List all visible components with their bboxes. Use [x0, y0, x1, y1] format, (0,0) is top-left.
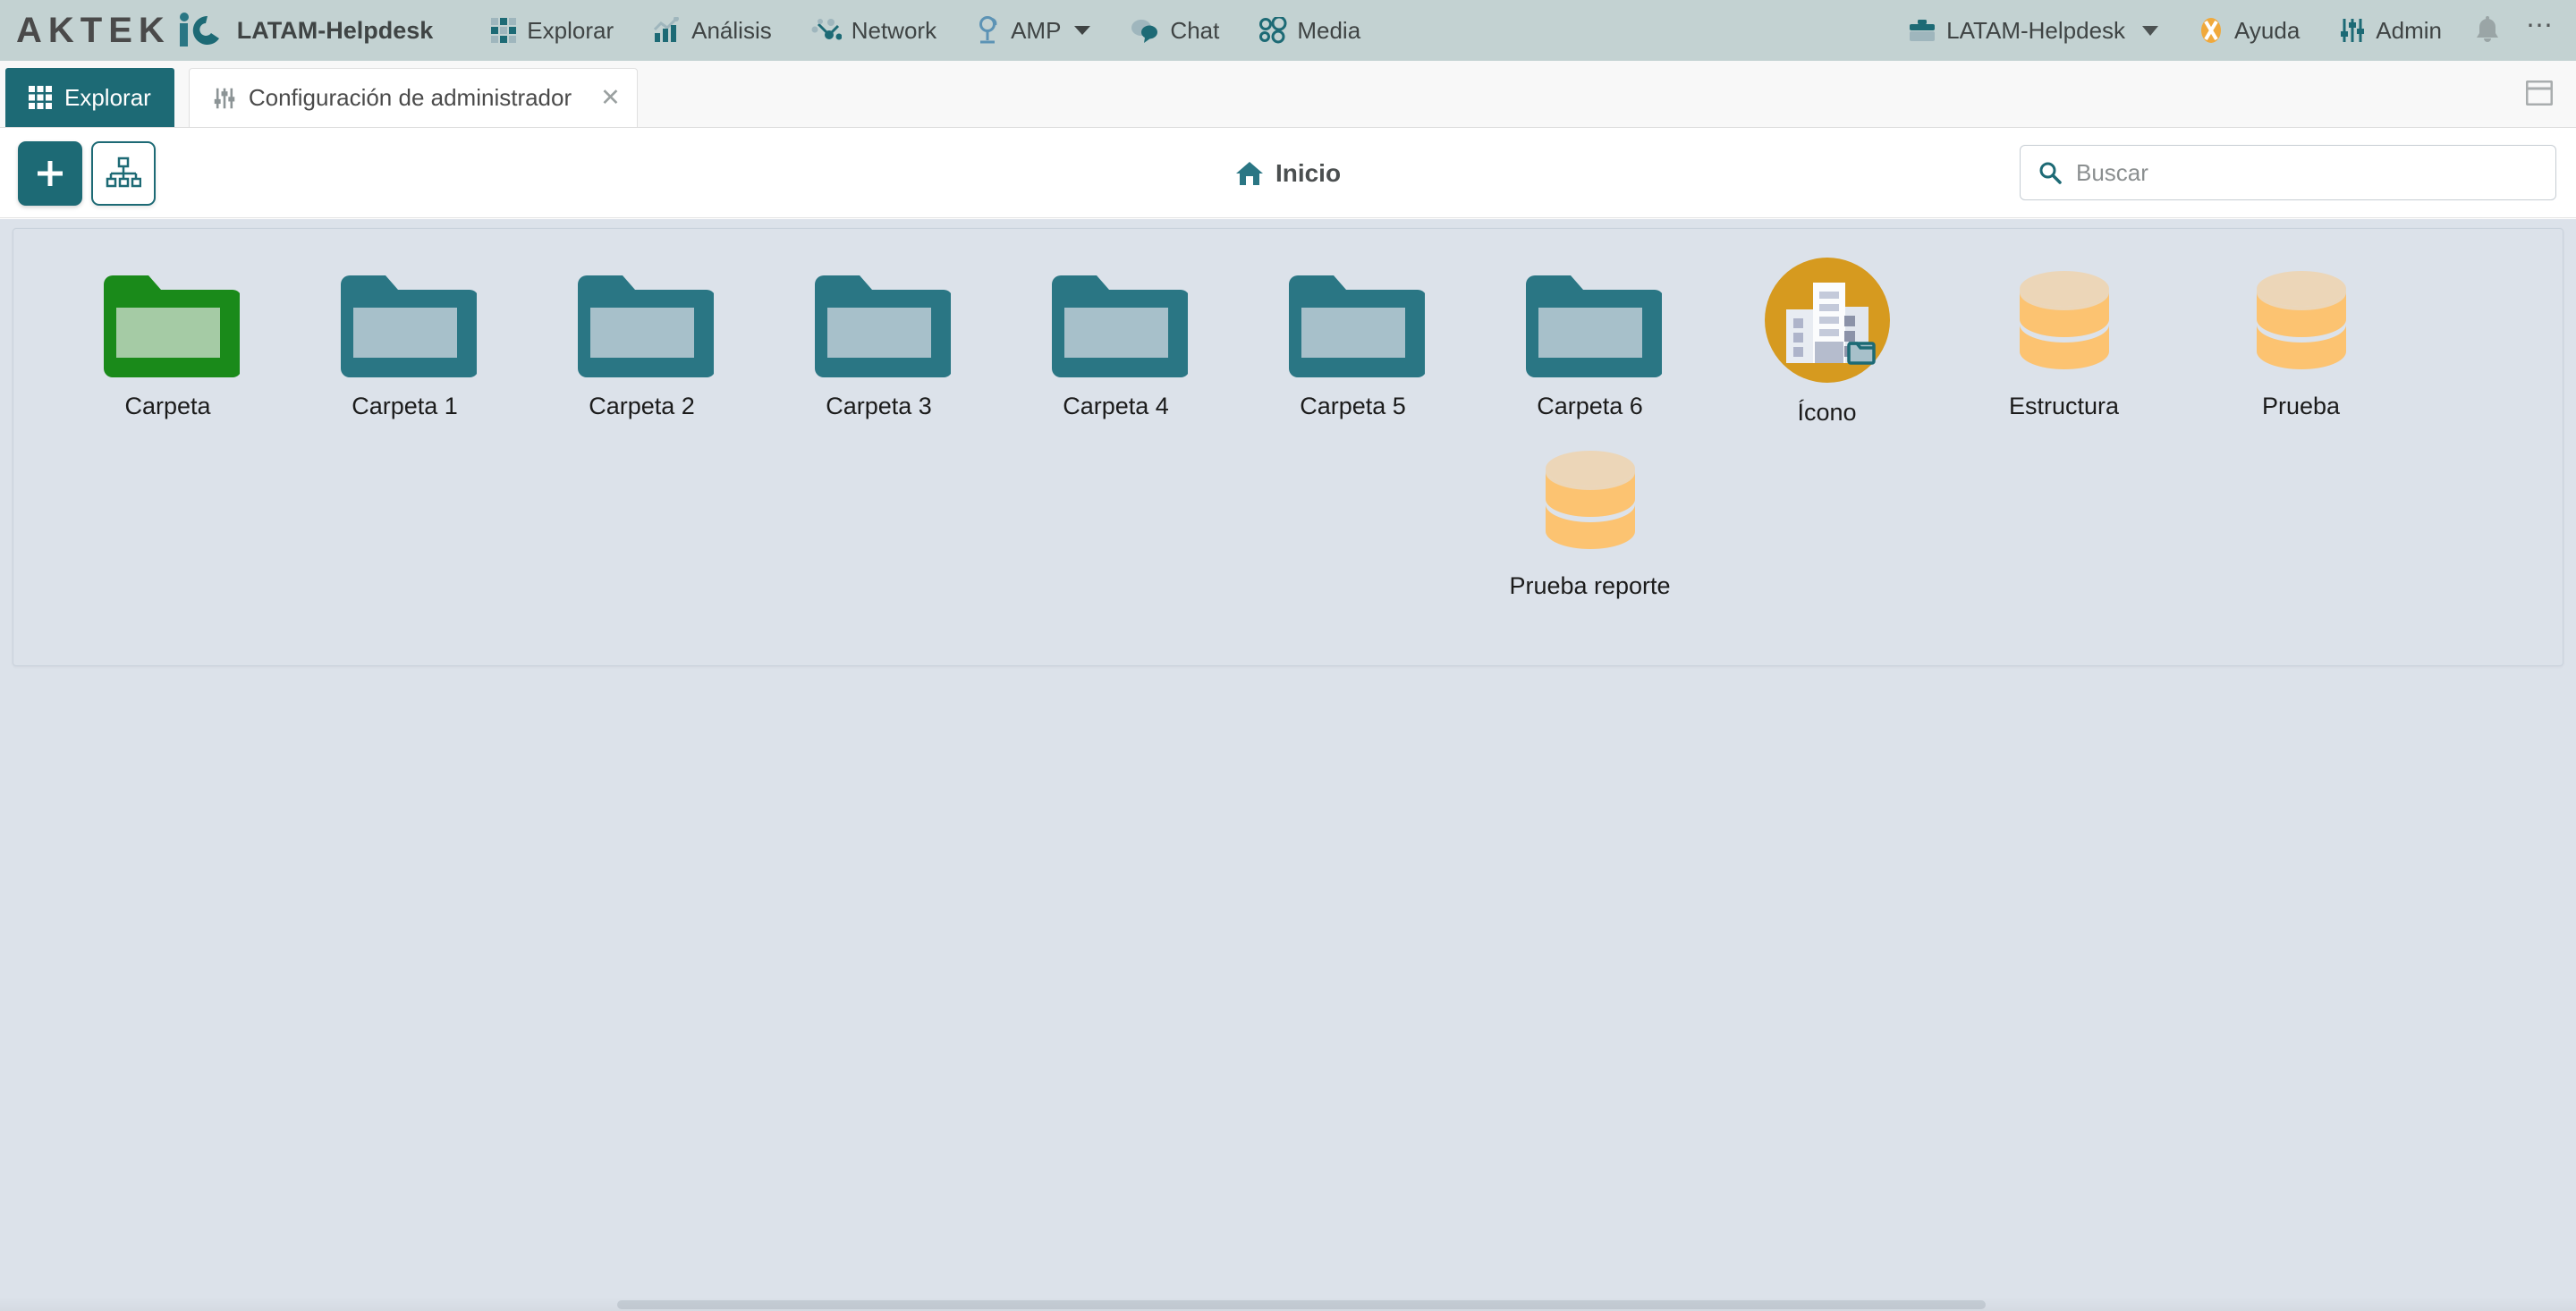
- sliders-icon: [213, 87, 236, 110]
- primary-nav: Explorar Análisis Network AMP Chat Media: [470, 0, 1380, 61]
- secondary-nav: LATAM-Helpdesk Ayuda Admin ⋯: [1888, 0, 2571, 61]
- folder-icon: [1045, 258, 1188, 387]
- nav-label: Chat: [1170, 16, 1220, 44]
- brand-block[interactable]: AKTEK LATAM-Helpdesk: [0, 13, 433, 48]
- logo-wordmark-text: AKTEK: [16, 11, 171, 50]
- folder-icon: [1519, 258, 1662, 387]
- grid-icon: [29, 86, 52, 109]
- analytics-chart-icon: [653, 17, 682, 44]
- items-grid-row-1: Carpeta Carpeta 1 Carpeta 2 Carpeta 3 Ca…: [13, 229, 2563, 427]
- hierarchy-view-button[interactable]: [91, 141, 156, 206]
- nav-item-workspace[interactable]: LATAM-Helpdesk: [1888, 0, 2178, 61]
- folder-icon: [1282, 258, 1425, 387]
- explorer-content-area: Carpeta Carpeta 1 Carpeta 2 Carpeta 3 Ca…: [0, 219, 2576, 1311]
- notifications-button[interactable]: [2462, 0, 2513, 61]
- overflow-menu-button[interactable]: ⋯: [2513, 12, 2571, 43]
- home-icon: [1235, 160, 1264, 187]
- nav-item-admin[interactable]: Admin: [2319, 0, 2462, 61]
- item-label: Carpeta 5: [1300, 393, 1406, 419]
- search-input[interactable]: [2076, 158, 2538, 187]
- search-box[interactable]: [2020, 145, 2556, 200]
- item-label: Carpeta 2: [589, 393, 695, 419]
- list-item[interactable]: Carpeta 5: [1234, 252, 1471, 427]
- database-icon: [1531, 437, 1649, 567]
- network-nodes-icon: [811, 17, 842, 44]
- tab-label: Explorar: [64, 83, 151, 111]
- tab-explorar[interactable]: Explorar: [5, 68, 174, 127]
- item-label: Carpeta 4: [1063, 393, 1169, 419]
- grid-icon: [490, 17, 517, 44]
- aktek-logo[interactable]: AKTEK: [16, 13, 223, 48]
- window-panel-icon[interactable]: [2525, 80, 2554, 106]
- item-label: Carpeta 1: [352, 393, 458, 419]
- nav-label: AMP: [1011, 16, 1062, 44]
- nav-item-ayuda[interactable]: Ayuda: [2178, 0, 2319, 61]
- list-item[interactable]: Carpeta 4: [997, 252, 1234, 427]
- database-icon: [2005, 258, 2123, 387]
- folder-icon: [334, 258, 477, 387]
- nav-label: Media: [1297, 16, 1361, 44]
- nav-item-analisis[interactable]: Análisis: [633, 0, 792, 61]
- nav-label: LATAM-Helpdesk: [1946, 16, 2126, 44]
- add-button[interactable]: [18, 141, 82, 206]
- chevron-down-icon[interactable]: [1074, 26, 1091, 35]
- brand-title: LATAM-Helpdesk: [236, 16, 434, 44]
- nav-item-explorar[interactable]: Explorar: [470, 0, 633, 61]
- building-avatar-icon: [1759, 258, 1895, 393]
- list-item[interactable]: Carpeta: [49, 252, 286, 427]
- tab-strip: Explorar Configuración de administrador …: [0, 61, 2576, 128]
- folder-icon: [571, 258, 714, 387]
- item-label: Carpeta 6: [1537, 393, 1643, 419]
- nav-label: Network: [851, 16, 937, 44]
- folder-icon: [808, 258, 951, 387]
- list-item[interactable]: Carpeta 1: [286, 252, 523, 427]
- list-item[interactable]: Prueba: [2182, 252, 2419, 427]
- database-icon: [2242, 258, 2360, 387]
- chat-bubble-icon: [1130, 18, 1160, 43]
- nav-item-amp[interactable]: AMP: [956, 0, 1110, 61]
- item-label: Carpeta: [124, 393, 211, 419]
- items-panel: Carpeta Carpeta 1 Carpeta 2 Carpeta 3 Ca…: [13, 228, 2563, 666]
- io-circle-logo-icon: [179, 13, 219, 47]
- media-circles-icon: [1258, 17, 1287, 44]
- nav-label: Ayuda: [2234, 16, 2301, 44]
- item-label: Prueba reporte: [1509, 572, 1671, 599]
- chevron-down-icon[interactable]: [2142, 25, 2159, 36]
- nav-item-chat[interactable]: Chat: [1110, 0, 1239, 61]
- nav-label: Explorar: [527, 16, 614, 44]
- help-orange-icon: [2198, 16, 2224, 45]
- top-navigation-bar: AKTEK LATAM-Helpdesk Explorar Análisis N…: [0, 0, 2576, 61]
- folder-icon-green: [97, 258, 240, 387]
- breadcrumb-label: Inicio: [1275, 158, 1342, 187]
- plus-icon: [38, 161, 63, 186]
- grid-spacer: [49, 432, 1471, 600]
- list-item[interactable]: Ícono: [1708, 252, 1945, 427]
- nav-item-media[interactable]: Media: [1239, 0, 1380, 61]
- bottom-scroll-shadow: [0, 1297, 2576, 1311]
- tab-configuracion-de-administrador[interactable]: Configuración de administrador ✕: [188, 68, 638, 127]
- list-item[interactable]: Estructura: [1945, 252, 2182, 427]
- item-label: Carpeta 3: [826, 393, 932, 419]
- nav-item-network[interactable]: Network: [792, 0, 956, 61]
- close-icon[interactable]: ✕: [600, 84, 621, 112]
- item-label: Prueba: [2261, 393, 2341, 419]
- bell-icon: [2474, 16, 2501, 45]
- content-toolbar: Inicio: [0, 129, 2576, 218]
- tab-label: Configuración de administrador: [248, 84, 572, 111]
- horizontal-scrollbar-thumb[interactable]: [617, 1300, 1986, 1309]
- microscope-icon: [976, 16, 1001, 45]
- list-item[interactable]: Carpeta 3: [760, 252, 997, 427]
- briefcase-icon: [1908, 18, 1936, 43]
- item-label: Ícono: [1797, 399, 1857, 426]
- item-label: Estructura: [2008, 393, 2120, 419]
- list-item[interactable]: Carpeta 6: [1471, 252, 1708, 427]
- list-item[interactable]: Prueba reporte: [1471, 432, 1708, 600]
- nav-label: Análisis: [691, 16, 772, 44]
- sliders-icon: [2339, 17, 2366, 44]
- hierarchy-tree-icon: [106, 156, 141, 188]
- items-grid-row-2: Prueba reporte: [13, 432, 2563, 600]
- list-item[interactable]: Carpeta 2: [523, 252, 760, 427]
- nav-label: Admin: [2376, 16, 2442, 44]
- search-icon: [2038, 161, 2062, 184]
